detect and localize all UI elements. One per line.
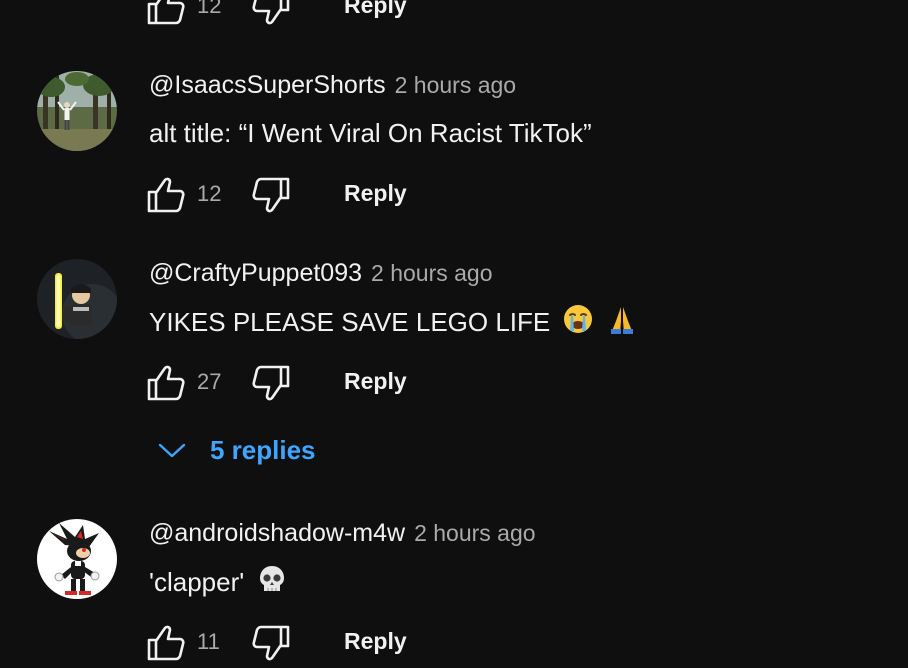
avatar[interactable] bbox=[37, 519, 117, 599]
reply-button[interactable]: Reply bbox=[344, 368, 407, 395]
dislike-button[interactable] bbox=[251, 175, 291, 215]
comment-timestamp[interactable]: 2 hours ago bbox=[414, 520, 535, 547]
chevron-down-icon bbox=[158, 443, 186, 458]
comment-text: 'clapper' bbox=[149, 563, 288, 601]
view-replies-button[interactable]: 5 replies bbox=[158, 430, 316, 470]
like-button[interactable] bbox=[146, 363, 186, 403]
comment-actions: 12 Reply bbox=[146, 175, 466, 215]
comment-actions: 11 Reply bbox=[146, 623, 466, 663]
comment-author[interactable]: @androidshadow-m4w bbox=[149, 519, 405, 548]
like-count: 27 bbox=[197, 369, 222, 394]
comment-author[interactable]: @CraftyPuppet093 bbox=[149, 259, 362, 288]
thumbs-down-icon bbox=[252, 177, 290, 213]
avatar[interactable] bbox=[37, 71, 117, 151]
thumbs-down-icon bbox=[252, 625, 290, 661]
dislike-button[interactable] bbox=[251, 363, 291, 403]
comment-body: alt title: “I Went Viral On Racist TikTo… bbox=[149, 117, 592, 148]
comment-actions: 12 Reply bbox=[146, 0, 466, 27]
comment-timestamp[interactable]: 2 hours ago bbox=[395, 72, 516, 99]
thumbs-down-icon bbox=[252, 365, 290, 401]
avatar[interactable] bbox=[37, 259, 117, 339]
reply-button[interactable]: Reply bbox=[344, 180, 407, 207]
thumbs-up-icon bbox=[147, 177, 185, 213]
comment-text: YIKES PLEASE SAVE LEGO LIFE bbox=[149, 303, 638, 341]
comment-actions: 27 Reply bbox=[146, 363, 466, 403]
comment-header: @androidshadow-m4w 2 hours ago bbox=[149, 519, 536, 553]
reply-button[interactable]: Reply bbox=[344, 628, 407, 655]
thumbs-up-icon bbox=[147, 365, 185, 401]
dislike-button[interactable] bbox=[251, 0, 291, 27]
crying-face-icon bbox=[562, 303, 594, 342]
replies-count-label: 5 replies bbox=[210, 434, 316, 465]
comment-body: YIKES PLEASE SAVE LEGO LIFE bbox=[149, 306, 551, 337]
like-count: 12 bbox=[197, 0, 222, 18]
thumbs-up-icon bbox=[147, 0, 185, 25]
comment-body: 'clapper' bbox=[149, 566, 245, 597]
dislike-button[interactable] bbox=[251, 623, 291, 663]
like-count: 12 bbox=[197, 181, 222, 206]
reply-button[interactable]: Reply bbox=[344, 0, 407, 19]
like-count: 11 bbox=[197, 629, 220, 654]
like-button[interactable] bbox=[146, 0, 186, 27]
comment-timestamp[interactable]: 2 hours ago bbox=[371, 260, 492, 287]
folded-hands-icon bbox=[606, 303, 638, 342]
comment-text: alt title: “I Went Viral On Racist TikTo… bbox=[149, 115, 592, 151]
like-button[interactable] bbox=[146, 623, 186, 663]
comment-header: @CraftyPuppet093 2 hours ago bbox=[149, 259, 493, 293]
comment-author[interactable]: @IsaacsSuperShorts bbox=[149, 71, 386, 100]
skull-icon bbox=[256, 563, 288, 602]
thumbs-up-icon bbox=[147, 625, 185, 661]
like-button[interactable] bbox=[146, 175, 186, 215]
thumbs-down-icon bbox=[252, 0, 290, 25]
comment-header: @IsaacsSuperShorts 2 hours ago bbox=[149, 71, 516, 105]
